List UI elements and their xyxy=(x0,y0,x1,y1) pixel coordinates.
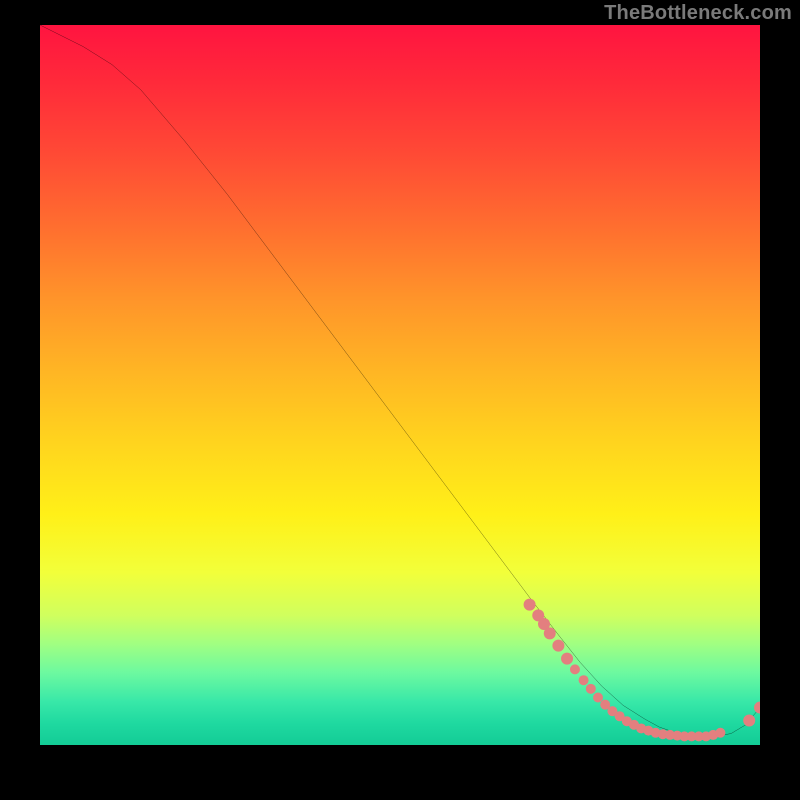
data-point xyxy=(552,640,564,652)
data-point xyxy=(651,728,661,738)
chart-data-points xyxy=(524,599,760,742)
data-point xyxy=(629,720,639,730)
data-point xyxy=(665,730,675,740)
data-point xyxy=(544,627,556,639)
data-point xyxy=(615,711,625,721)
data-point xyxy=(643,726,653,736)
chart-stage: TheBottleneck.com xyxy=(0,0,800,800)
data-point xyxy=(687,731,697,741)
watermark-text: TheBottleneck.com xyxy=(604,2,792,25)
chart-plot-area xyxy=(40,25,760,745)
data-point xyxy=(607,706,617,716)
data-point xyxy=(600,700,610,710)
data-point xyxy=(532,609,544,621)
data-point xyxy=(561,653,573,665)
data-point xyxy=(570,664,580,674)
data-point xyxy=(715,728,725,738)
data-point xyxy=(701,731,711,741)
data-point xyxy=(524,599,536,611)
data-point xyxy=(586,684,596,694)
chart-curve-line xyxy=(40,25,760,736)
data-point xyxy=(658,729,668,739)
data-point xyxy=(579,675,589,685)
data-point xyxy=(636,723,646,733)
data-point xyxy=(708,730,718,740)
data-point xyxy=(694,731,704,741)
data-point xyxy=(743,715,755,727)
data-point xyxy=(622,716,632,726)
chart-svg xyxy=(40,25,760,745)
data-point xyxy=(754,702,760,714)
data-point xyxy=(593,692,603,702)
data-point xyxy=(672,731,682,741)
data-point xyxy=(679,731,689,741)
data-point xyxy=(538,618,550,630)
